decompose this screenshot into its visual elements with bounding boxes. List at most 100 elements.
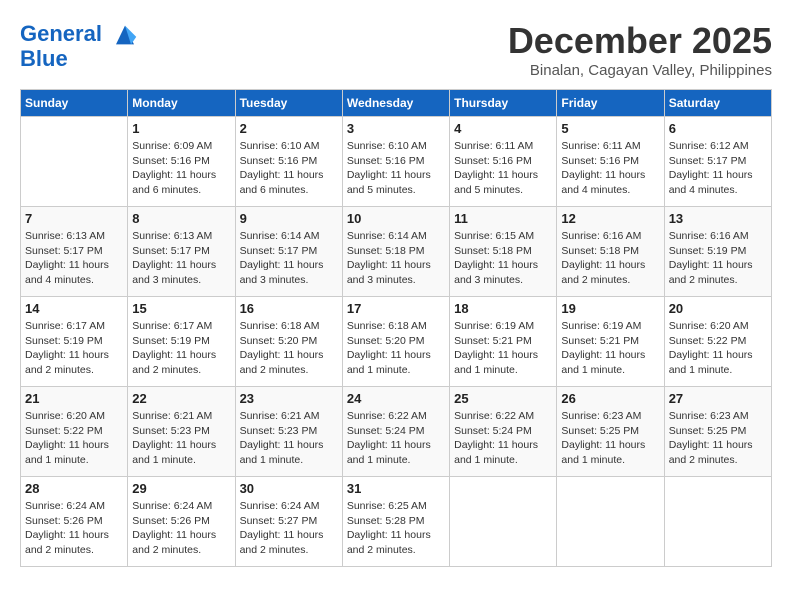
calendar-cell: 21Sunrise: 6:20 AMSunset: 5:22 PMDayligh… [21, 387, 128, 477]
calendar-cell: 18 Sunrise: 6:19 AMSunset: 5:21 PMDayligh… [450, 297, 557, 387]
day-number: 20 [669, 301, 767, 316]
day-number: 12 [561, 211, 659, 226]
day-info: Sunrise: 6:24 AMSunset: 5:26 PMDaylight:… [132, 499, 230, 558]
day-info: Sunrise: 6:22 AMSunset: 5:24 PMDaylight:… [347, 409, 445, 468]
day-of-week-header: Tuesday [235, 90, 342, 117]
day-info: Sunrise: 6:18 AMSunset: 5:20 PMDaylight:… [240, 319, 338, 378]
location-subtitle: Binalan, Cagayan Valley, Philippines [508, 62, 772, 79]
day-info: Sunrise: 6:24 AMSunset: 5:27 PMDaylight:… [240, 499, 338, 558]
calendar-cell: 30 Sunrise: 6:24 AMSunset: 5:27 PMDayligh… [235, 477, 342, 567]
day-info: Sunrise: 6:10 AMSunset: 5:16 PMDaylight:… [240, 139, 338, 198]
day-info: Sunrise: 6:16 AMSunset: 5:18 PMDaylight:… [561, 229, 659, 288]
calendar-cell: 8Sunrise: 6:13 AMSunset: 5:17 PMDaylight… [128, 207, 235, 297]
day-number: 28 [25, 481, 123, 496]
day-number: 2 [240, 121, 338, 136]
calendar-cell: 10 Sunrise: 6:14 AMSunset: 5:18 PMDayligh… [342, 207, 449, 297]
day-number: 13 [669, 211, 767, 226]
day-info: Sunrise: 6:13 AMSunset: 5:17 PMDaylight:… [132, 229, 230, 288]
day-number: 24 [347, 391, 445, 406]
day-number: 10 [347, 211, 445, 226]
calendar-cell: 19 Sunrise: 6:19 AMSunset: 5:21 PMDayligh… [557, 297, 664, 387]
calendar-cell: 4 Sunrise: 6:11 AMSunset: 5:16 PMDaylight… [450, 117, 557, 207]
day-info: Sunrise: 6:19 AMSunset: 5:21 PMDaylight:… [561, 319, 659, 378]
calendar-cell [450, 477, 557, 567]
calendar-cell: 5 Sunrise: 6:11 AMSunset: 5:16 PMDaylight… [557, 117, 664, 207]
day-info: Sunrise: 6:15 AMSunset: 5:18 PMDaylight:… [454, 229, 552, 288]
calendar-cell: 26Sunrise: 6:23 AMSunset: 5:25 PMDayligh… [557, 387, 664, 477]
calendar-cell: 3 Sunrise: 6:10 AMSunset: 5:16 PMDaylight… [342, 117, 449, 207]
day-info: Sunrise: 6:12 AMSunset: 5:17 PMDaylight:… [669, 139, 767, 198]
day-info: Sunrise: 6:19 AMSunset: 5:21 PMDaylight:… [454, 319, 552, 378]
day-number: 27 [669, 391, 767, 406]
calendar-cell: 29 Sunrise: 6:24 AMSunset: 5:26 PMDayligh… [128, 477, 235, 567]
calendar-cell: 25Sunrise: 6:22 AMSunset: 5:24 PMDayligh… [450, 387, 557, 477]
calendar-cell: 2 Sunrise: 6:10 AMSunset: 5:16 PMDaylight… [235, 117, 342, 207]
day-number: 15 [132, 301, 230, 316]
calendar-cell [557, 477, 664, 567]
day-number: 11 [454, 211, 552, 226]
day-number: 1 [132, 121, 230, 136]
calendar-cell: 27 Sunrise: 6:23 AMSunset: 5:25 PMDayligh… [664, 387, 771, 477]
day-number: 3 [347, 121, 445, 136]
calendar-header-row: SundayMondayTuesdayWednesdayThursdayFrid… [21, 90, 772, 117]
day-info: Sunrise: 6:11 AMSunset: 5:16 PMDaylight:… [454, 139, 552, 198]
day-number: 9 [240, 211, 338, 226]
day-of-week-header: Monday [128, 90, 235, 117]
calendar-cell: 11 Sunrise: 6:15 AMSunset: 5:18 PMDayligh… [450, 207, 557, 297]
calendar-cell [664, 477, 771, 567]
day-info: Sunrise: 6:21 AMSunset: 5:23 PMDaylight:… [132, 409, 230, 468]
calendar-week-row: 14Sunrise: 6:17 AMSunset: 5:19 PMDayligh… [21, 297, 772, 387]
day-number: 23 [240, 391, 338, 406]
calendar-cell: 16 Sunrise: 6:18 AMSunset: 5:20 PMDayligh… [235, 297, 342, 387]
day-info: Sunrise: 6:23 AMSunset: 5:25 PMDaylight:… [561, 409, 659, 468]
calendar-cell: 24 Sunrise: 6:22 AMSunset: 5:24 PMDayligh… [342, 387, 449, 477]
calendar-cell: 6 Sunrise: 6:12 AMSunset: 5:17 PMDaylight… [664, 117, 771, 207]
day-info: Sunrise: 6:11 AMSunset: 5:16 PMDaylight:… [561, 139, 659, 198]
calendar-cell [21, 117, 128, 207]
calendar-cell: 17 Sunrise: 6:18 AMSunset: 5:20 PMDayligh… [342, 297, 449, 387]
calendar-cell: 7 Sunrise: 6:13 AMSunset: 5:17 PMDaylight… [21, 207, 128, 297]
day-of-week-header: Thursday [450, 90, 557, 117]
day-info: Sunrise: 6:23 AMSunset: 5:25 PMDaylight:… [669, 409, 767, 468]
day-info: Sunrise: 6:20 AMSunset: 5:22 PMDaylight:… [669, 319, 767, 378]
day-info: Sunrise: 6:10 AMSunset: 5:16 PMDaylight:… [347, 139, 445, 198]
day-info: Sunrise: 6:22 AMSunset: 5:24 PMDaylight:… [454, 409, 552, 468]
calendar-cell: 12 Sunrise: 6:16 AMSunset: 5:18 PMDayligh… [557, 207, 664, 297]
page-header: General Blue December 2025 Binalan, Caga… [20, 20, 772, 79]
day-info: Sunrise: 6:24 AMSunset: 5:26 PMDaylight:… [25, 499, 123, 558]
day-number: 7 [25, 211, 123, 226]
calendar-cell: 1 Sunrise: 6:09 AMSunset: 5:16 PMDaylight… [128, 117, 235, 207]
day-number: 31 [347, 481, 445, 496]
calendar-cell: 9 Sunrise: 6:14 AMSunset: 5:17 PMDaylight… [235, 207, 342, 297]
day-info: Sunrise: 6:14 AMSunset: 5:18 PMDaylight:… [347, 229, 445, 288]
day-number: 5 [561, 121, 659, 136]
day-info: Sunrise: 6:13 AMSunset: 5:17 PMDaylight:… [25, 229, 123, 288]
day-number: 29 [132, 481, 230, 496]
day-number: 30 [240, 481, 338, 496]
calendar-cell: 23Sunrise: 6:21 AMSunset: 5:23 PMDayligh… [235, 387, 342, 477]
day-info: Sunrise: 6:18 AMSunset: 5:20 PMDaylight:… [347, 319, 445, 378]
day-info: Sunrise: 6:14 AMSunset: 5:17 PMDaylight:… [240, 229, 338, 288]
calendar-cell: 31 Sunrise: 6:25 AMSunset: 5:28 PMDayligh… [342, 477, 449, 567]
calendar-cell: 28 Sunrise: 6:24 AMSunset: 5:26 PMDayligh… [21, 477, 128, 567]
day-number: 18 [454, 301, 552, 316]
day-number: 4 [454, 121, 552, 136]
calendar-week-row: 21Sunrise: 6:20 AMSunset: 5:22 PMDayligh… [21, 387, 772, 477]
day-number: 17 [347, 301, 445, 316]
logo-icon [110, 20, 140, 50]
day-info: Sunrise: 6:09 AMSunset: 5:16 PMDaylight:… [132, 139, 230, 198]
calendar-cell: 15Sunrise: 6:17 AMSunset: 5:19 PMDayligh… [128, 297, 235, 387]
day-number: 21 [25, 391, 123, 406]
month-title: December 2025 [508, 20, 772, 62]
day-number: 22 [132, 391, 230, 406]
calendar-cell: 13Sunrise: 6:16 AMSunset: 5:19 PMDayligh… [664, 207, 771, 297]
day-number: 19 [561, 301, 659, 316]
day-info: Sunrise: 6:25 AMSunset: 5:28 PMDaylight:… [347, 499, 445, 558]
day-number: 14 [25, 301, 123, 316]
calendar-week-row: 7 Sunrise: 6:13 AMSunset: 5:17 PMDaylight… [21, 207, 772, 297]
day-number: 6 [669, 121, 767, 136]
day-number: 16 [240, 301, 338, 316]
day-of-week-header: Wednesday [342, 90, 449, 117]
day-of-week-header: Sunday [21, 90, 128, 117]
calendar-cell: 22 Sunrise: 6:21 AMSunset: 5:23 PMDayligh… [128, 387, 235, 477]
